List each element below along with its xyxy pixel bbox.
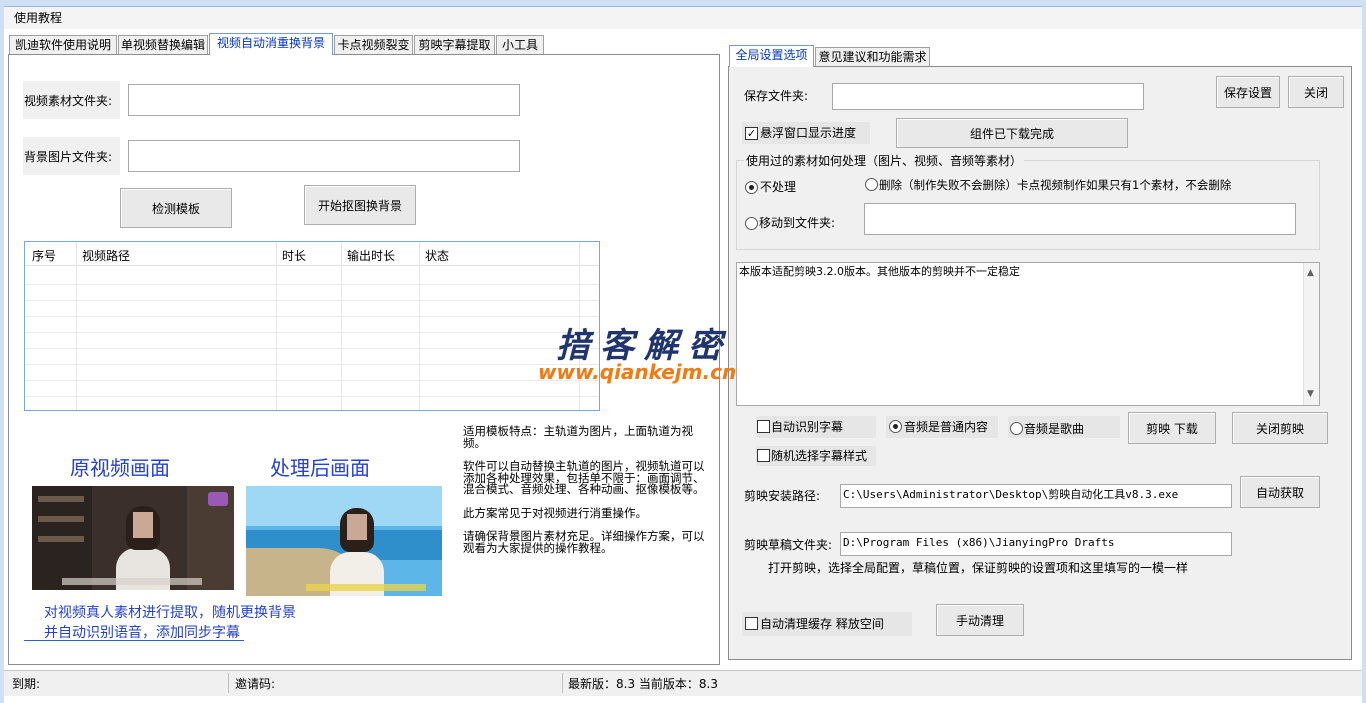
promo-title-processed: 处理后画面 bbox=[270, 458, 370, 480]
expire-label: 到期: bbox=[12, 677, 41, 691]
promo-caption-line1: 对视频真人素材进行提取，随机更换背景 bbox=[44, 605, 296, 621]
desc-paragraph-3: 此方案常见于对视频进行消重操作。 bbox=[463, 505, 647, 520]
original-frame-thumbnail bbox=[32, 486, 234, 590]
move-folder-input[interactable] bbox=[864, 203, 1296, 235]
notice-text: 本版本适配剪映3.2.0版本。其他版本的剪映并不一定稳定 bbox=[739, 265, 1020, 278]
radio-no-process-label: 不处理 bbox=[760, 180, 797, 194]
draft-folder-label: 剪映草稿文件夹: bbox=[744, 538, 833, 552]
draft-folder-hint: 打开剪映，选择全局配置，草稿位置，保证剪映的设置项和这里填写的一模一样 bbox=[768, 561, 1189, 575]
menu-bar bbox=[4, 7, 1362, 29]
desc-paragraph-1: 适用模板特点：主轨道为图片，上面轨道为视频。 bbox=[463, 424, 693, 450]
manual-clean-button[interactable]: 手动清理 bbox=[936, 604, 1024, 636]
jianying-download-button[interactable]: 剪映 下载 bbox=[1128, 412, 1216, 444]
promo-image: 原视频画面 处理后画面 对视频真人素材进行提取，随机更换背景 并自动识别语音，添… bbox=[24, 428, 450, 642]
tab-feedback[interactable]: 意见建议和功能需求 bbox=[815, 47, 930, 67]
radio-audio-song[interactable] bbox=[1010, 422, 1023, 435]
col-header-status[interactable]: 状态 bbox=[425, 247, 449, 264]
radio-delete-label: 删除（制作失败不会删除）卡点视频制作如果只有1个素材，不会删除 bbox=[879, 178, 1232, 192]
tab-global-settings[interactable]: 全局设置选项 bbox=[729, 45, 814, 67]
random-subtitle-label: 随机选择字幕样式 bbox=[771, 449, 868, 463]
template-description: 适用模板特点：主轨道为图片，上面轨道为视频。 软件可以自动替换主轨道的图片，视频… bbox=[463, 424, 708, 566]
notice-textarea[interactable]: 本版本适配剪映3.2.0版本。其他版本的剪映并不一定稳定 ▲ ▼ bbox=[736, 262, 1320, 406]
audio-normal-label: 音频是普通内容 bbox=[904, 420, 989, 434]
start-bg-replace-button[interactable]: 开始抠图换背景 bbox=[304, 185, 416, 225]
save-folder-label: 保存文件夹: bbox=[744, 89, 809, 103]
float-progress-checkbox[interactable]: ✓ bbox=[745, 127, 758, 140]
video-folder-label: 视频素材文件夹: bbox=[24, 94, 113, 108]
radio-move[interactable] bbox=[745, 217, 758, 230]
window-frame-top bbox=[0, 0, 1366, 7]
desc-paragraph-2: 软件可以自动替换主轨道的图片，视频轨道可以添加各种处理效果，包括单不限于：画面调… bbox=[463, 459, 705, 496]
radio-audio-normal[interactable] bbox=[889, 420, 902, 433]
auto-get-button[interactable]: 自动获取 bbox=[1240, 476, 1320, 508]
tab-single-video-edit[interactable]: 单视频替换编辑 bbox=[118, 35, 208, 55]
install-path-label: 剪映安装路径: bbox=[744, 489, 821, 503]
invite-code-label: 邀请码: bbox=[235, 677, 276, 691]
close-jianying-button[interactable]: 关闭剪映 bbox=[1232, 412, 1328, 444]
float-progress-label: 悬浮窗口显示进度 bbox=[760, 126, 857, 140]
video-folder-input[interactable] bbox=[128, 84, 520, 116]
save-settings-button[interactable]: 保存设置 bbox=[1216, 76, 1280, 108]
random-subtitle-checkbox[interactable] bbox=[757, 449, 770, 462]
detect-template-button[interactable]: 检测模板 bbox=[120, 188, 232, 228]
processed-frame-thumbnail bbox=[246, 486, 442, 596]
auto-subtitle-checkbox[interactable] bbox=[757, 420, 770, 433]
task-table[interactable]: 序号 视频路径 时长 输出时长 状态 bbox=[24, 241, 600, 411]
tab-beat-video[interactable]: 卡点视频裂变 bbox=[334, 35, 413, 55]
install-path-input[interactable]: C:\Users\Administrator\Desktop\剪映自动化工具v8… bbox=[840, 484, 1232, 508]
tab-kaidi-guide[interactable]: 凯迪软件使用说明 bbox=[9, 35, 117, 55]
notice-scrollbar[interactable]: ▲ ▼ bbox=[1303, 263, 1319, 405]
auto-clean-label: 自动清理缓存 释放空间 bbox=[760, 617, 884, 631]
promo-title-original: 原视频画面 bbox=[70, 458, 170, 480]
radio-move-label: 移动到文件夹: bbox=[759, 216, 836, 230]
version-info: 最新版：8.3 当前版本：8.3 bbox=[568, 677, 718, 691]
col-header-duration[interactable]: 时长 bbox=[282, 247, 306, 264]
desc-paragraph-4: 请确保背景图片素材充足。详细操作方案，可以观看为大家提供的操作教程。 bbox=[463, 529, 705, 555]
table-header: 序号 视频路径 时长 输出时长 状态 bbox=[25, 242, 599, 266]
audio-song-label: 音频是歌曲 bbox=[1024, 422, 1085, 436]
bg-folder-input[interactable] bbox=[128, 140, 520, 172]
radio-delete[interactable] bbox=[865, 178, 878, 191]
tab-subtitle-extract[interactable]: 剪映字幕提取 bbox=[414, 35, 495, 55]
close-settings-button[interactable]: 关闭 bbox=[1288, 76, 1344, 108]
auto-clean-checkbox[interactable] bbox=[745, 617, 758, 630]
scroll-down-icon[interactable]: ▼ bbox=[1307, 387, 1314, 402]
window-frame-left bbox=[0, 0, 4, 703]
tab-auto-dedupe-bg[interactable]: 视频自动消重换背景 bbox=[209, 33, 333, 55]
col-header-output-duration[interactable]: 输出时长 bbox=[347, 247, 395, 264]
draft-folder-input[interactable]: D:\Program Files (x86)\JianyingPro Draft… bbox=[840, 532, 1232, 556]
menu-item-tutorial[interactable]: 使用教程 bbox=[12, 10, 64, 26]
bg-folder-label: 背景图片文件夹: bbox=[24, 150, 113, 164]
save-folder-input[interactable] bbox=[832, 83, 1144, 110]
col-header-index[interactable]: 序号 bbox=[32, 247, 56, 264]
radio-no-process[interactable] bbox=[745, 181, 758, 194]
col-header-path[interactable]: 视频路径 bbox=[82, 247, 130, 264]
scroll-up-icon[interactable]: ▲ bbox=[1307, 266, 1314, 281]
auto-subtitle-label: 自动识别字幕 bbox=[771, 420, 844, 434]
window-frame-right bbox=[1362, 0, 1366, 703]
used-material-group-title: 使用过的素材如何处理（图片、视频、音频等素材） bbox=[744, 153, 1025, 169]
watermark-url: www.qiankejm.cn bbox=[538, 360, 737, 384]
tab-tools[interactable]: 小工具 bbox=[496, 35, 544, 55]
components-downloaded-button[interactable]: 组件已下载完成 bbox=[896, 118, 1128, 148]
